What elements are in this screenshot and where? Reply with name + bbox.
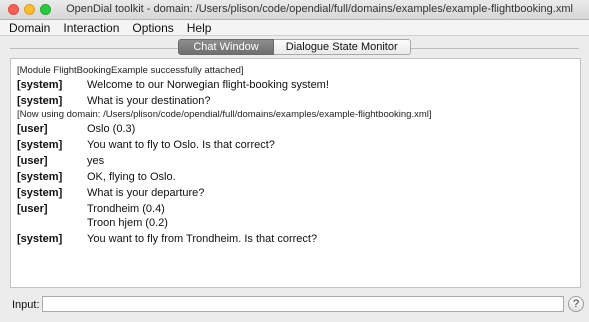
input-row: Input: ? <box>0 296 589 314</box>
message-speaker: [system] <box>17 79 63 91</box>
menu-options[interactable]: Options <box>126 21 180 35</box>
message-text: What is your destination? <box>87 95 211 107</box>
message-text: Welcome to our Norwegian flight-booking … <box>87 79 329 91</box>
menu-domain[interactable]: Domain <box>3 21 57 35</box>
message-text: You want to fly to Oslo. Is that correct… <box>87 139 275 151</box>
message-text: Trondheim (0.4) <box>87 203 165 215</box>
chat-message: [system] What is your departure? <box>17 186 574 200</box>
message-speaker: [system] <box>17 139 63 151</box>
message-speaker: [user] <box>17 123 48 135</box>
minimize-window-button[interactable] <box>24 4 35 15</box>
chat-message: [system] What is your destination? <box>17 94 574 108</box>
message-speaker: [user] <box>17 155 48 167</box>
message-text: Troon hjem (0.2) <box>87 217 168 229</box>
message-text: yes <box>87 155 105 167</box>
window-title: OpenDial toolkit - domain: /Users/plison… <box>66 3 573 15</box>
message-text: What is your departure? <box>87 187 205 199</box>
message-text: You want to fly from Trondheim. Is that … <box>87 233 318 245</box>
message-speaker: [system] <box>17 95 63 107</box>
chat-message: [user] yes <box>17 154 574 168</box>
input-label: Input: <box>12 299 40 311</box>
tab-chat-window[interactable]: Chat Window <box>178 39 274 55</box>
message-speaker: [system] <box>17 187 63 199</box>
tab-bar: Chat Window Dialogue State Monitor <box>0 39 589 55</box>
chat-message: [user] Oslo (0.3) <box>17 122 574 136</box>
chat-message: [system] You want to fly to Oslo. Is tha… <box>17 138 574 152</box>
title-bar: OpenDial toolkit - domain: /Users/plison… <box>0 0 589 20</box>
menu-help[interactable]: Help <box>181 21 219 35</box>
message-speaker: [user] <box>17 203 48 215</box>
zoom-window-button[interactable] <box>40 4 51 15</box>
menu-bar: Domain Interaction Options Help <box>0 20 589 36</box>
attach-notice: [Module FlightBookingExample successfull… <box>17 65 244 76</box>
help-button[interactable]: ? <box>568 296 584 312</box>
chat-message: [system] Welcome to our Norwegian flight… <box>17 78 574 92</box>
message-text: Oslo (0.3) <box>87 123 136 135</box>
message-speaker: [system] <box>17 233 63 245</box>
chat-input[interactable] <box>42 296 564 312</box>
message-text: OK, flying to Oslo. <box>87 171 176 183</box>
chat-message: [system] OK, flying to Oslo. <box>17 170 574 184</box>
close-window-button[interactable] <box>8 4 19 15</box>
chat-log[interactable]: [Module FlightBookingExample successfull… <box>10 58 581 288</box>
tab-dialogue-state-monitor[interactable]: Dialogue State Monitor <box>273 39 411 55</box>
message-speaker: [system] <box>17 171 63 183</box>
menu-interaction[interactable]: Interaction <box>57 21 126 35</box>
chat-message: [system] You want to fly from Trondheim.… <box>17 232 574 246</box>
domain-notice: [Now using domain: /Users/plison/code/op… <box>17 109 432 120</box>
chat-message: [user] Trondheim (0.4) Troon hjem (0.2) <box>17 202 574 230</box>
